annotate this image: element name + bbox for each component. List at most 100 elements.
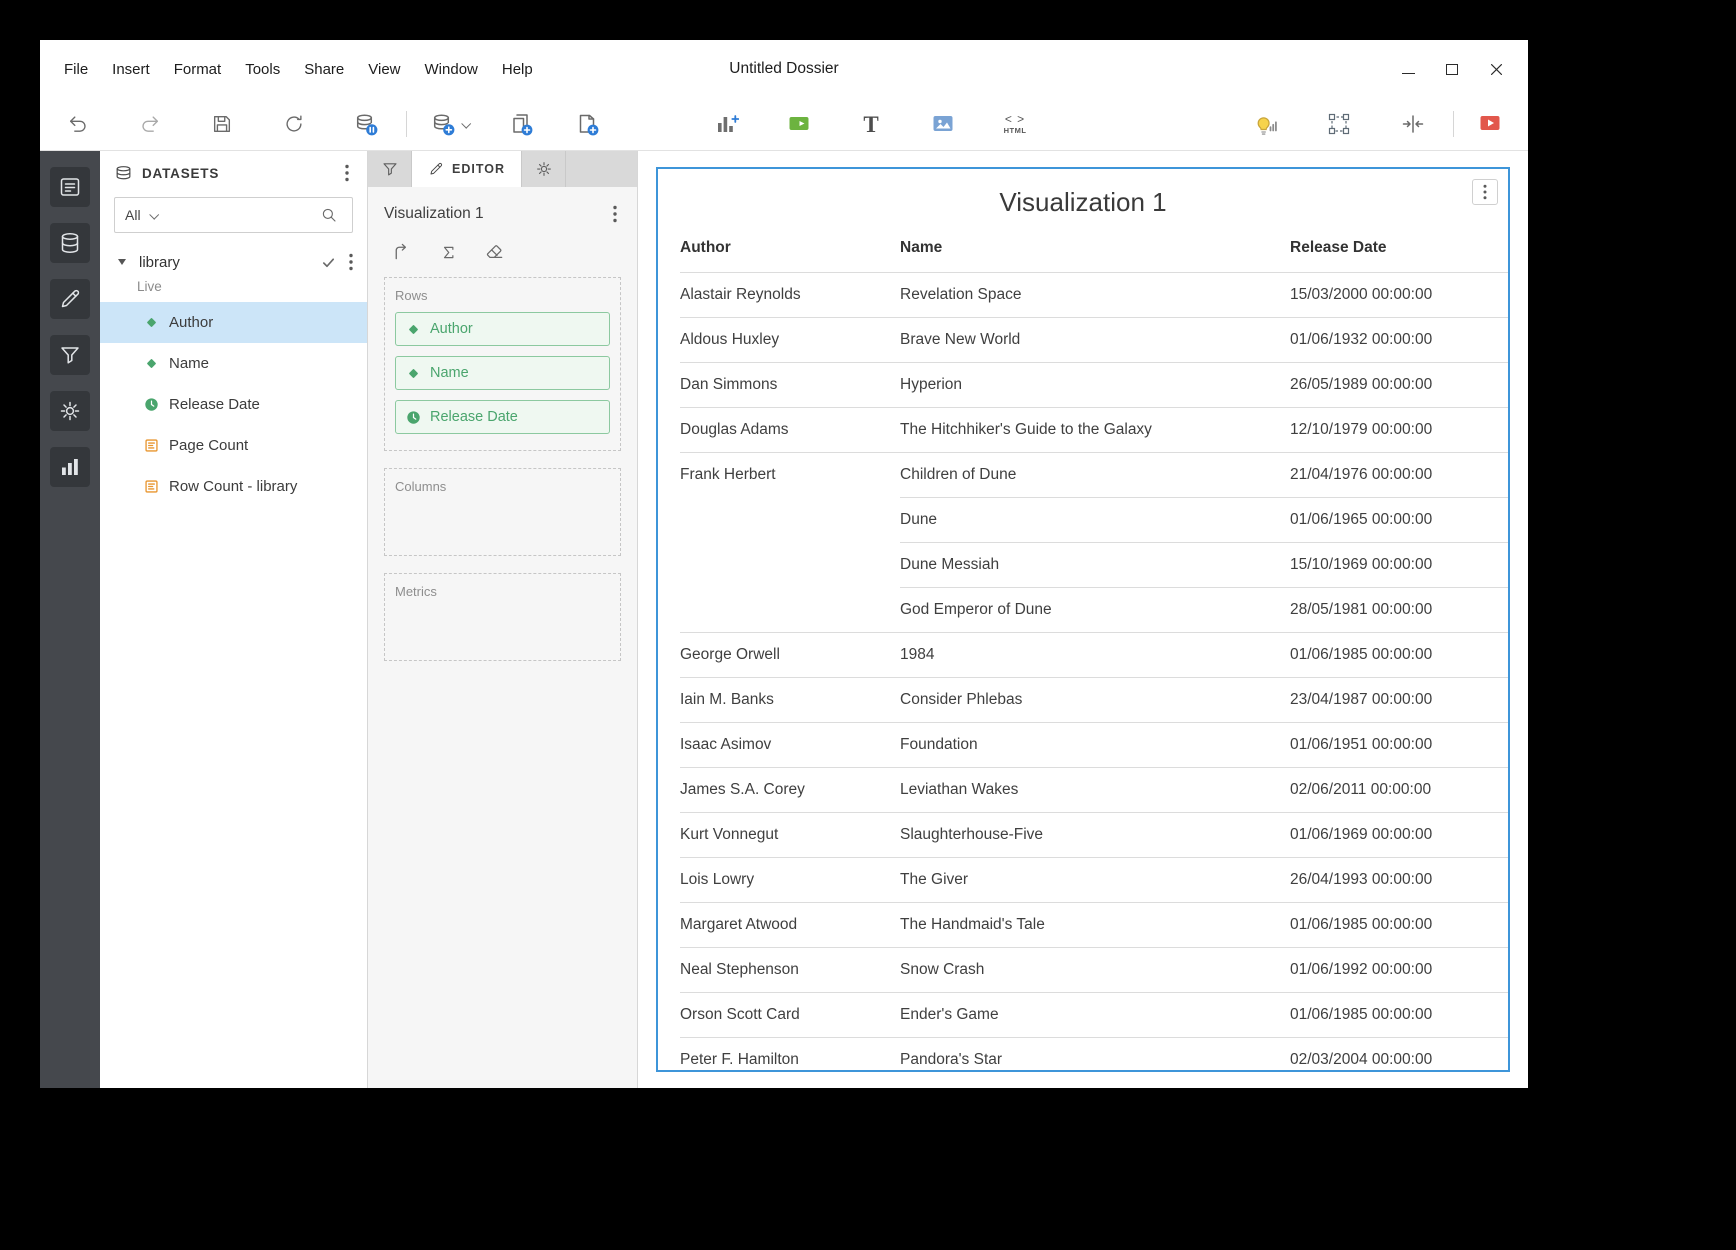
visualization-options-button[interactable] [609, 201, 621, 227]
datasets-menu-button[interactable] [341, 160, 353, 186]
table-row[interactable]: Dune01/06/1965 00:00:00 [680, 497, 1508, 542]
cell-release_date[interactable]: 26/04/1993 00:00:00 [1290, 857, 1508, 902]
cell-name[interactable]: Dune Messiah [900, 542, 1290, 587]
menu-tools[interactable]: Tools [233, 55, 292, 84]
dataset-menu-button[interactable] [345, 249, 357, 275]
cell-author[interactable]: Margaret Atwood [680, 902, 900, 947]
table-row[interactable]: God Emperor of Dune28/05/1981 00:00:00 [680, 587, 1508, 632]
cell-author[interactable]: George Orwell [680, 632, 900, 677]
cell-name[interactable]: Children of Dune [900, 452, 1290, 497]
cell-release_date[interactable]: 28/05/1981 00:00:00 [1290, 587, 1508, 632]
table-row[interactable]: Isaac AsimovFoundation01/06/1951 00:00:0… [680, 722, 1508, 767]
rows-zone-chip[interactable]: Author [395, 312, 610, 346]
cell-author[interactable]: Neal Stephenson [680, 947, 900, 992]
cell-release_date[interactable]: 23/04/1987 00:00:00 [1290, 677, 1508, 722]
group-elements-button[interactable] [1325, 104, 1353, 144]
rows-zone-chip[interactable]: Release Date [395, 400, 610, 434]
collapse-panels-button[interactable] [1399, 104, 1427, 144]
minimize-button[interactable] [1392, 54, 1424, 84]
cell-release_date[interactable]: 26/05/1989 00:00:00 [1290, 362, 1508, 407]
tab-format[interactable] [522, 151, 566, 187]
table-row[interactable]: Dune Messiah15/10/1969 00:00:00 [680, 542, 1508, 587]
add-visualization-button[interactable] [713, 104, 741, 144]
cell-name[interactable]: Slaughterhouse-Five [900, 812, 1290, 857]
add-image-button[interactable] [929, 104, 957, 144]
cell-release_date[interactable]: 12/10/1979 00:00:00 [1290, 407, 1508, 452]
cell-release_date[interactable]: 01/06/1985 00:00:00 [1290, 632, 1508, 677]
cell-release_date[interactable]: 21/04/1976 00:00:00 [1290, 452, 1508, 497]
cell-name[interactable]: God Emperor of Dune [900, 587, 1290, 632]
cell-author[interactable]: Lois Lowry [680, 857, 900, 902]
dataset-item[interactable]: Name [100, 343, 367, 384]
cell-release_date[interactable]: 01/06/1992 00:00:00 [1290, 947, 1508, 992]
table-row[interactable]: Orson Scott CardEnder's Game01/06/1985 0… [680, 992, 1508, 1037]
column-header[interactable]: Author [680, 224, 900, 272]
cell-name[interactable]: 1984 [900, 632, 1290, 677]
table-row[interactable]: Douglas AdamsThe Hitchhiker's Guide to t… [680, 407, 1508, 452]
cell-author[interactable]: Douglas Adams [680, 407, 900, 452]
table-row[interactable]: Alastair ReynoldsRevelation Space15/03/2… [680, 272, 1508, 317]
cell-author[interactable]: Aldous Huxley [680, 317, 900, 362]
menu-format[interactable]: Format [162, 55, 234, 84]
table-row[interactable]: Aldous HuxleyBrave New World01/06/1932 0… [680, 317, 1508, 362]
manage-data-button[interactable] [352, 104, 380, 144]
contents-panel-button[interactable] [50, 167, 90, 207]
cell-author[interactable] [680, 497, 900, 542]
add-chapter-button[interactable] [507, 104, 535, 144]
column-header[interactable]: Release Date [1290, 224, 1508, 272]
menu-insert[interactable]: Insert [100, 55, 162, 84]
dataset-check-icon[interactable] [321, 255, 336, 270]
menu-share[interactable]: Share [292, 55, 356, 84]
table-row[interactable]: Peter F. HamiltonPandora's Star02/03/200… [680, 1037, 1508, 1070]
dataset-search-box[interactable]: All [114, 197, 353, 233]
table-row[interactable]: Frank HerbertChildren of Dune21/04/1976 … [680, 452, 1508, 497]
metrics-drop-zone[interactable]: Metrics [384, 573, 621, 661]
swap-rows-columns-button[interactable] [384, 237, 418, 267]
dataset-filter-dropdown[interactable]: All [125, 207, 157, 223]
cell-author[interactable] [680, 542, 900, 587]
cell-release_date[interactable]: 02/03/2004 00:00:00 [1290, 1037, 1508, 1070]
cell-author[interactable]: Kurt Vonnegut [680, 812, 900, 857]
cell-name[interactable]: Consider Phlebas [900, 677, 1290, 722]
cell-author[interactable]: James S.A. Corey [680, 767, 900, 812]
columns-drop-zone[interactable]: Columns [384, 468, 621, 556]
cell-name[interactable]: The Handmaid's Tale [900, 902, 1290, 947]
menu-help[interactable]: Help [490, 55, 545, 84]
cell-author[interactable]: Iain M. Banks [680, 677, 900, 722]
menu-file[interactable]: File [52, 55, 100, 84]
insights-button[interactable] [1251, 104, 1279, 144]
dataset-item[interactable]: Author [100, 302, 367, 343]
redo-button[interactable] [136, 104, 164, 144]
table-row[interactable]: Iain M. BanksConsider Phlebas23/04/1987 … [680, 677, 1508, 722]
cell-name[interactable]: The Hitchhiker's Guide to the Galaxy [900, 407, 1290, 452]
add-filter-button[interactable] [785, 104, 813, 144]
dataset-item[interactable]: Release Date [100, 384, 367, 425]
clear-button[interactable] [478, 237, 512, 267]
cell-name[interactable]: Revelation Space [900, 272, 1290, 317]
format-panel-button[interactable] [50, 391, 90, 431]
close-button[interactable] [1480, 54, 1512, 84]
cell-release_date[interactable]: 15/03/2000 00:00:00 [1290, 272, 1508, 317]
cell-name[interactable]: Hyperion [900, 362, 1290, 407]
rows-zone-chip[interactable]: Name [395, 356, 610, 390]
cell-release_date[interactable]: 01/06/1951 00:00:00 [1290, 722, 1508, 767]
dataset-expand-caret[interactable] [114, 255, 130, 269]
table-row[interactable]: George Orwell198401/06/1985 00:00:00 [680, 632, 1508, 677]
table-row[interactable]: Lois LowryThe Giver26/04/1993 00:00:00 [680, 857, 1508, 902]
cell-author[interactable]: Peter F. Hamilton [680, 1037, 900, 1070]
visualization-gallery-button[interactable] [50, 447, 90, 487]
visualization-panel[interactable]: Visualization 1 AuthorNameRelease DateAl… [656, 167, 1510, 1072]
table-row[interactable]: Margaret AtwoodThe Handmaid's Tale01/06/… [680, 902, 1508, 947]
cell-author[interactable] [680, 587, 900, 632]
cell-author[interactable]: Isaac Asimov [680, 722, 900, 767]
table-row[interactable]: James S.A. CoreyLeviathan Wakes02/06/201… [680, 767, 1508, 812]
present-button[interactable] [1476, 104, 1504, 144]
menu-view[interactable]: View [356, 55, 412, 84]
cell-release_date[interactable]: 02/06/2011 00:00:00 [1290, 767, 1508, 812]
cell-name[interactable]: Dune [900, 497, 1290, 542]
visualization-menu-button[interactable] [1472, 179, 1498, 205]
cell-author[interactable]: Frank Herbert [680, 452, 900, 497]
datasets-panel-button[interactable] [50, 223, 90, 263]
maximize-button[interactable] [1436, 54, 1468, 84]
cell-release_date[interactable]: 01/06/1969 00:00:00 [1290, 812, 1508, 857]
